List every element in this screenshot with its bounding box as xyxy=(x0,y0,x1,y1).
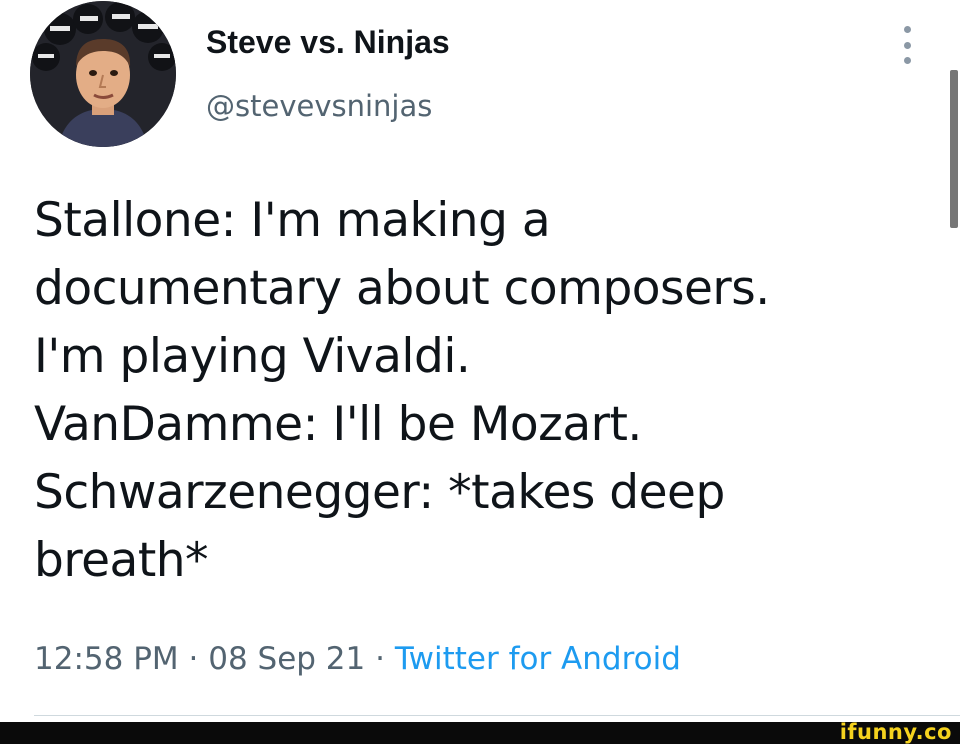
more-options-icon[interactable] xyxy=(896,26,918,64)
tweet-source-link[interactable]: Twitter for Android xyxy=(395,641,681,677)
tweet-text-line: VanDamme: I'll be Mozart. xyxy=(34,397,642,452)
tweet-text-line: documentary about composers. xyxy=(34,261,770,316)
menu-dot xyxy=(903,26,911,33)
menu-dot xyxy=(903,57,911,64)
watermark-bar xyxy=(0,722,960,744)
tweet-metadata: 12:58 PM · 08 Sep 21 · Twitter for Andro… xyxy=(34,637,681,681)
author-avatar[interactable] xyxy=(30,1,176,147)
tweet-text: Stallone: I'm making a documentary about… xyxy=(34,187,934,595)
watermark-logo: ifunny.co xyxy=(839,720,952,744)
avatar-image xyxy=(30,1,176,147)
tweet-text-line: Schwarzenegger: *takes deep xyxy=(34,465,725,520)
meta-separator: · xyxy=(188,641,199,677)
menu-dot xyxy=(903,41,911,49)
tweet-time[interactable]: 12:58 PM xyxy=(34,641,179,677)
divider xyxy=(34,715,960,716)
meta-separator: · xyxy=(375,641,385,677)
scrollbar[interactable] xyxy=(950,70,958,228)
tweet-card: Steve vs. Ninjas @stevevsninjas Stallone… xyxy=(0,0,960,744)
author-handle[interactable]: @stevevsninjas xyxy=(206,88,432,124)
tweet-text-line: breath* xyxy=(34,533,209,588)
tweet-date[interactable]: 08 Sep 21 xyxy=(208,641,365,677)
tweet-text-line: I'm playing Vivaldi. xyxy=(34,329,471,384)
tweet-text-line: Stallone: I'm making a xyxy=(34,193,551,248)
author-display-name[interactable]: Steve vs. Ninjas xyxy=(206,22,450,62)
